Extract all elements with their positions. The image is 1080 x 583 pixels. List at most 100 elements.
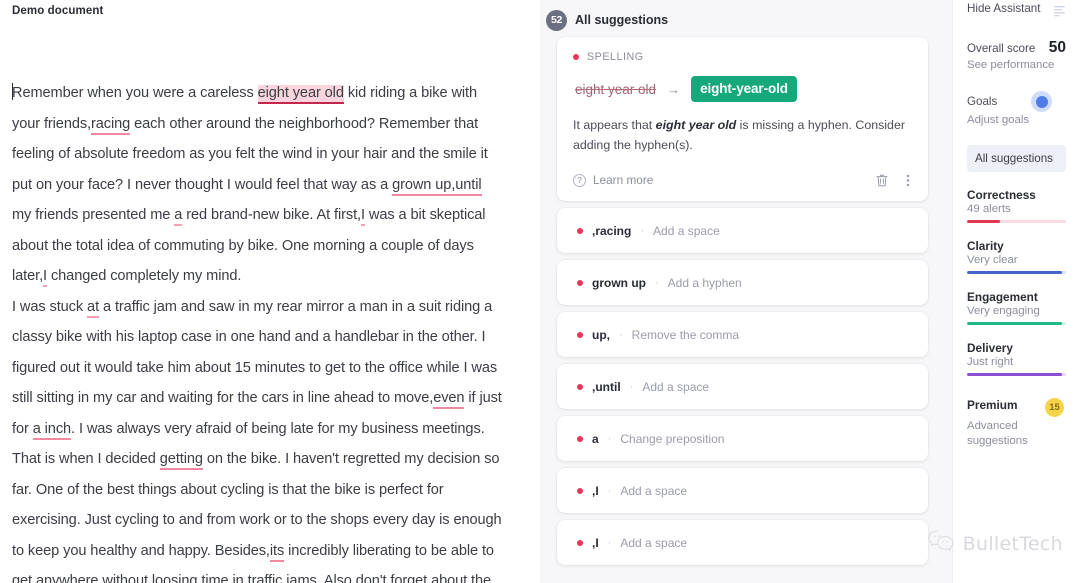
- adjust-goals-link[interactable]: Adjust goals: [967, 114, 1066, 126]
- suggestion-list-item[interactable]: ,until · Add a space: [557, 364, 928, 409]
- document-title[interactable]: Demo document: [12, 5, 103, 17]
- metric-name: Clarity: [967, 239, 1004, 253]
- goals-target-icon: [1031, 91, 1052, 112]
- suggestion-card-footer: ? Learn more: [573, 169, 912, 191]
- document-text-run: changed completely my mind.: [47, 268, 242, 284]
- suggestion-item-separator: ·: [629, 380, 634, 393]
- suggestion-item-separator: ·: [607, 484, 612, 497]
- premium-block[interactable]: Premium 15 Advanced suggestions: [967, 398, 1066, 449]
- document-text-run: That is when I decided: [12, 451, 160, 467]
- suggestions-pane: 52 All suggestions SPELLING eight year o…: [540, 0, 952, 583]
- suggestion-item-word: ,until: [592, 379, 621, 394]
- goals-label: Goals: [967, 95, 998, 108]
- kebab-menu-icon[interactable]: [906, 173, 910, 188]
- premium-sublabel: Advanced suggestions: [967, 420, 1028, 447]
- suggestion-category-row: SPELLING: [573, 51, 912, 63]
- underlined-error-span[interactable]: loosing: [151, 573, 198, 583]
- document-editor-pane: Demo document Remember when you were a c…: [0, 0, 540, 583]
- suggestion-item-action: Change preposition: [620, 431, 725, 446]
- category-dot-icon: [577, 279, 583, 286]
- suggestion-list-item[interactable]: ,I · Add a space: [557, 468, 928, 513]
- underlined-error-span[interactable]: even: [433, 390, 465, 409]
- underlined-error-span[interactable]: its: [269, 542, 284, 562]
- metric-progress-bar: [967, 322, 1066, 325]
- suggestion-item-action: Add a hyphen: [667, 275, 742, 290]
- underlined-error-span[interactable]: grown up,until: [392, 176, 482, 196]
- suggestion-item-separator: ·: [655, 276, 659, 289]
- category-dot-icon: [577, 487, 583, 494]
- document-paragraph: Remember when you were a careless eight …: [12, 78, 504, 292]
- metric-name: Correctness: [967, 188, 1036, 202]
- goals-block[interactable]: Goals Adjust goals: [967, 91, 1066, 126]
- suggestion-list-item[interactable]: ,I · Add a space: [557, 520, 928, 565]
- metric-progress-fill: [967, 271, 1063, 274]
- arrow-right-icon: →: [667, 81, 681, 97]
- underlined-error-span[interactable]: a inch: [32, 420, 71, 440]
- metric-progress-fill: [967, 373, 1063, 376]
- highlighted-error-span[interactable]: eight year old: [257, 85, 344, 104]
- suggestion-list-item[interactable]: ,racing · Add a space: [557, 208, 928, 253]
- overall-score-block[interactable]: Overall score 50 See performance: [967, 39, 1066, 71]
- metric-sublabel: Very engaging: [967, 305, 1040, 317]
- metrics-list: Correctness 49 alerts Clarity Very clear Eng…: [967, 188, 1066, 376]
- metric-name: Engagement: [967, 290, 1038, 304]
- suggestion-item-action: Add a space: [653, 223, 720, 238]
- suggestion-item-word: grown up: [592, 275, 646, 290]
- accept-suggestion-button[interactable]: eight-year-old: [691, 76, 797, 102]
- category-dot-icon: [577, 539, 583, 546]
- metric-progress-fill: [967, 220, 1000, 223]
- metric-progress-fill: [967, 322, 1063, 325]
- document-text-run: . I was always very afraid of being late…: [71, 420, 485, 437]
- metric-engagement[interactable]: Engagement Very engaging: [967, 290, 1066, 325]
- overall-score-label: Overall score: [967, 42, 1036, 55]
- original-text: eight year old: [575, 81, 657, 97]
- see-performance-link[interactable]: See performance: [967, 59, 1066, 71]
- category-dot-icon: [577, 331, 583, 338]
- suggestion-item-action: Remove the comma: [631, 327, 740, 342]
- document-text-run: don't forget about the: [351, 573, 492, 583]
- suggestion-item-action: Add a space: [620, 535, 688, 550]
- metric-progress-bar: [967, 373, 1066, 376]
- suggestions-count-badge: 52: [546, 9, 567, 31]
- active-suggestion-card[interactable]: SPELLING eight year old → eight-year-old…: [557, 37, 928, 201]
- metric-name: Delivery: [967, 341, 1013, 355]
- metric-progress-bar: [967, 220, 1066, 223]
- trash-icon[interactable]: [875, 173, 889, 188]
- metric-sublabel: 49 alerts: [967, 203, 1011, 215]
- suggestion-item-action: Add a space: [620, 483, 688, 498]
- category-dot-icon: [577, 227, 583, 234]
- metric-delivery[interactable]: Delivery Just right: [967, 341, 1066, 376]
- metric-clarity[interactable]: Clarity Very clear: [967, 239, 1066, 274]
- goals-target-inner-dot: [1035, 95, 1048, 108]
- underlined-error-span[interactable]: getting: [159, 451, 203, 470]
- document-text-run: I was stuck: [12, 298, 88, 315]
- learn-more-link[interactable]: ? Learn more: [573, 173, 653, 187]
- learn-more-label: Learn more: [593, 173, 654, 187]
- text-lines-icon[interactable]: [1054, 4, 1066, 22]
- underlined-error-span[interactable]: Also: [323, 573, 352, 583]
- assistant-sidebar: Hide Assistant Overall score 50 See perf…: [952, 0, 1080, 583]
- suggestion-item-separator: ·: [640, 224, 645, 237]
- suggestion-list-item[interactable]: up, · Remove the comma: [557, 312, 928, 357]
- hide-assistant-row[interactable]: Hide Assistant: [967, 0, 1066, 22]
- underlined-error-span[interactable]: racing: [91, 115, 130, 135]
- metric-sublabel: Very clear: [967, 254, 1018, 266]
- suggestion-list-item[interactable]: grown up · Add a hyphen: [557, 260, 928, 305]
- premium-label: Premium: [967, 398, 1018, 412]
- overall-score-row: Overall score 50: [967, 39, 1066, 57]
- suggestion-list-item[interactable]: a · Change preposition: [557, 416, 928, 461]
- suggestions-header-title: All suggestions: [575, 13, 669, 27]
- document-text-run: Remember when you were a careless: [12, 85, 258, 101]
- underlined-error-span[interactable]: at: [87, 298, 99, 318]
- sidebar-item-all-suggestions[interactable]: All suggestions: [967, 145, 1066, 172]
- premium-row: Premium 15: [967, 398, 1066, 417]
- metric-sublabel: Just right: [967, 356, 1014, 368]
- suggestion-item-separator: ·: [607, 432, 612, 445]
- question-mark-icon: ?: [573, 173, 586, 187]
- explanation-prefix: It appears that: [573, 118, 656, 132]
- suggestion-item-word: ,racing: [592, 223, 632, 238]
- metric-correctness[interactable]: Correctness 49 alerts: [967, 188, 1066, 223]
- document-text-area[interactable]: Remember when you were a careless eight …: [12, 78, 504, 583]
- overall-score-value: 50: [1048, 39, 1066, 56]
- suggestion-list: ,racing · Add a space grown up · Add a hyphen…: [540, 208, 952, 565]
